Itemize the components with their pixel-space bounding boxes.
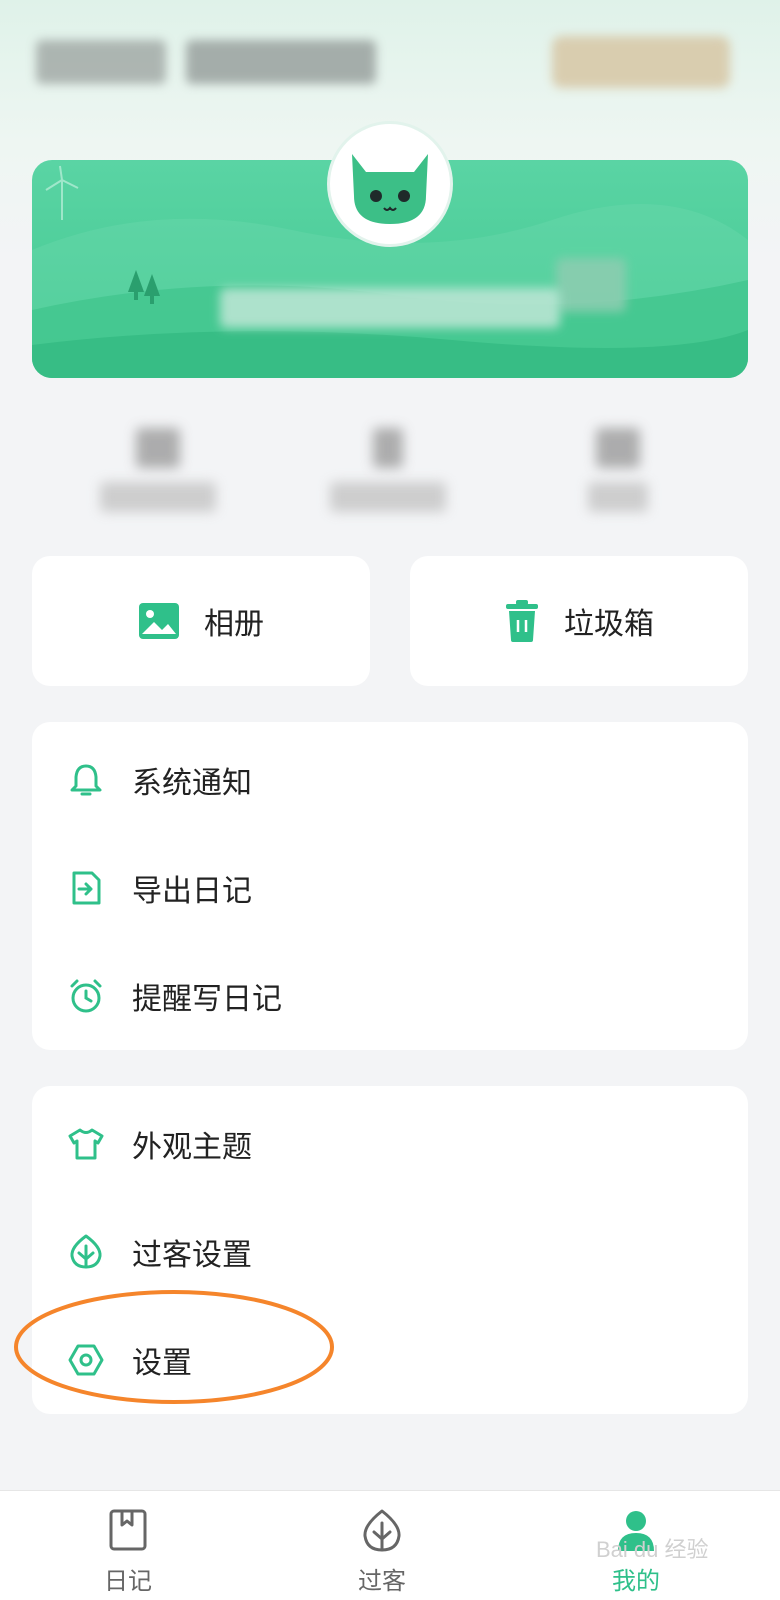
menu-item-settings[interactable]: 设置 xyxy=(32,1320,748,1400)
menu-item-appearance-theme[interactable]: 外观主题 xyxy=(32,1104,748,1184)
stat-item[interactable] xyxy=(318,418,458,518)
tab-label: 日记 xyxy=(104,1567,152,1595)
blurred-stat-value xyxy=(373,428,403,468)
menu-item-system-notifications[interactable]: 系统通知 xyxy=(32,740,748,820)
tab-label: 我的 xyxy=(612,1567,660,1595)
cat-avatar-icon xyxy=(352,154,428,224)
album-label: 相册 xyxy=(204,607,264,642)
settings-hexagon-icon xyxy=(68,1344,104,1376)
leaf-icon xyxy=(70,1234,102,1269)
menu-item-passerby-settings[interactable]: 过客设置 xyxy=(32,1212,748,1292)
avatar[interactable] xyxy=(330,124,450,244)
menu-item-label: 提醒写日记 xyxy=(132,982,282,1017)
menu-group-settings: 外观主题 过客设置 设置 xyxy=(32,1086,748,1414)
blurred-user-name xyxy=(220,288,560,328)
album-button[interactable]: 相册 xyxy=(32,556,370,686)
tab-diary[interactable]: 日记 xyxy=(48,1491,208,1600)
leaf-icon xyxy=(363,1509,401,1552)
menu-item-label: 导出日记 xyxy=(132,874,252,909)
blurred-header-button[interactable] xyxy=(552,36,730,88)
export-file-icon xyxy=(72,871,101,905)
alarm-clock-icon xyxy=(70,979,102,1013)
menu-item-label: 设置 xyxy=(132,1346,192,1381)
tab-passerby[interactable]: 过客 xyxy=(302,1491,462,1600)
blurred-stat-label xyxy=(588,482,648,512)
photo-album-icon xyxy=(139,603,179,639)
trash-icon xyxy=(506,600,538,642)
diary-bookmark-icon xyxy=(109,1509,147,1551)
bell-icon xyxy=(70,764,102,796)
blurred-stat-label xyxy=(330,482,446,512)
menu-item-label: 系统通知 xyxy=(132,766,252,801)
menu-item-export-diary[interactable]: 导出日记 xyxy=(32,848,748,928)
stat-item[interactable] xyxy=(88,418,228,518)
trash-button[interactable]: 垃圾箱 xyxy=(410,556,748,686)
tab-label: 过客 xyxy=(358,1567,406,1595)
menu-item-label: 外观主题 xyxy=(132,1130,252,1165)
stat-item[interactable] xyxy=(548,418,688,518)
blurred-header-text xyxy=(186,40,376,84)
menu-group-notifications: 系统通知 导出日记 提醒写日记 xyxy=(32,722,748,1050)
blurred-badge xyxy=(556,258,626,312)
trash-label: 垃圾箱 xyxy=(564,607,654,642)
blurred-header-text xyxy=(36,40,166,84)
watermark: Bai du 经验 xyxy=(596,1537,709,1562)
menu-item-diary-reminder[interactable]: 提醒写日记 xyxy=(32,956,748,1036)
menu-item-label: 过客设置 xyxy=(132,1238,252,1273)
blurred-stat-value xyxy=(136,428,180,468)
tshirt-icon xyxy=(68,1128,104,1160)
blurred-stat-value xyxy=(596,428,640,468)
blurred-stat-label xyxy=(100,482,216,512)
